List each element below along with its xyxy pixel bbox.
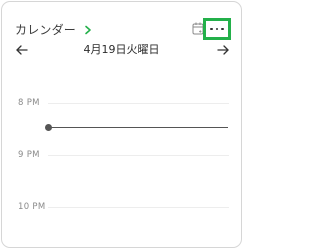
arrow-right-icon[interactable] (216, 43, 230, 57)
chevron-right-icon (85, 25, 91, 34)
more-options-button[interactable] (203, 18, 231, 40)
current-date-label: 4月19日火曜日 (83, 43, 160, 56)
hour-label-8pm: 8 PM (18, 98, 40, 108)
widget-header: カレンダー (2, 2, 241, 42)
hour-label-9pm: 9 PM (18, 150, 40, 160)
more-horizontal-icon (210, 27, 224, 31)
current-time-line (49, 127, 228, 128)
hour-gridline (48, 155, 229, 156)
calendar-widget: カレンダー 4月19日火曜日 8 PM 9 PM 10 PM (1, 1, 242, 248)
widget-title: カレンダー (15, 23, 77, 37)
arrow-left-icon[interactable] (15, 43, 29, 57)
hour-label-10pm: 10 PM (18, 202, 46, 212)
hour-gridline (48, 207, 229, 208)
hour-gridline (48, 103, 229, 104)
calendar-title-link[interactable]: カレンダー (15, 21, 92, 38)
